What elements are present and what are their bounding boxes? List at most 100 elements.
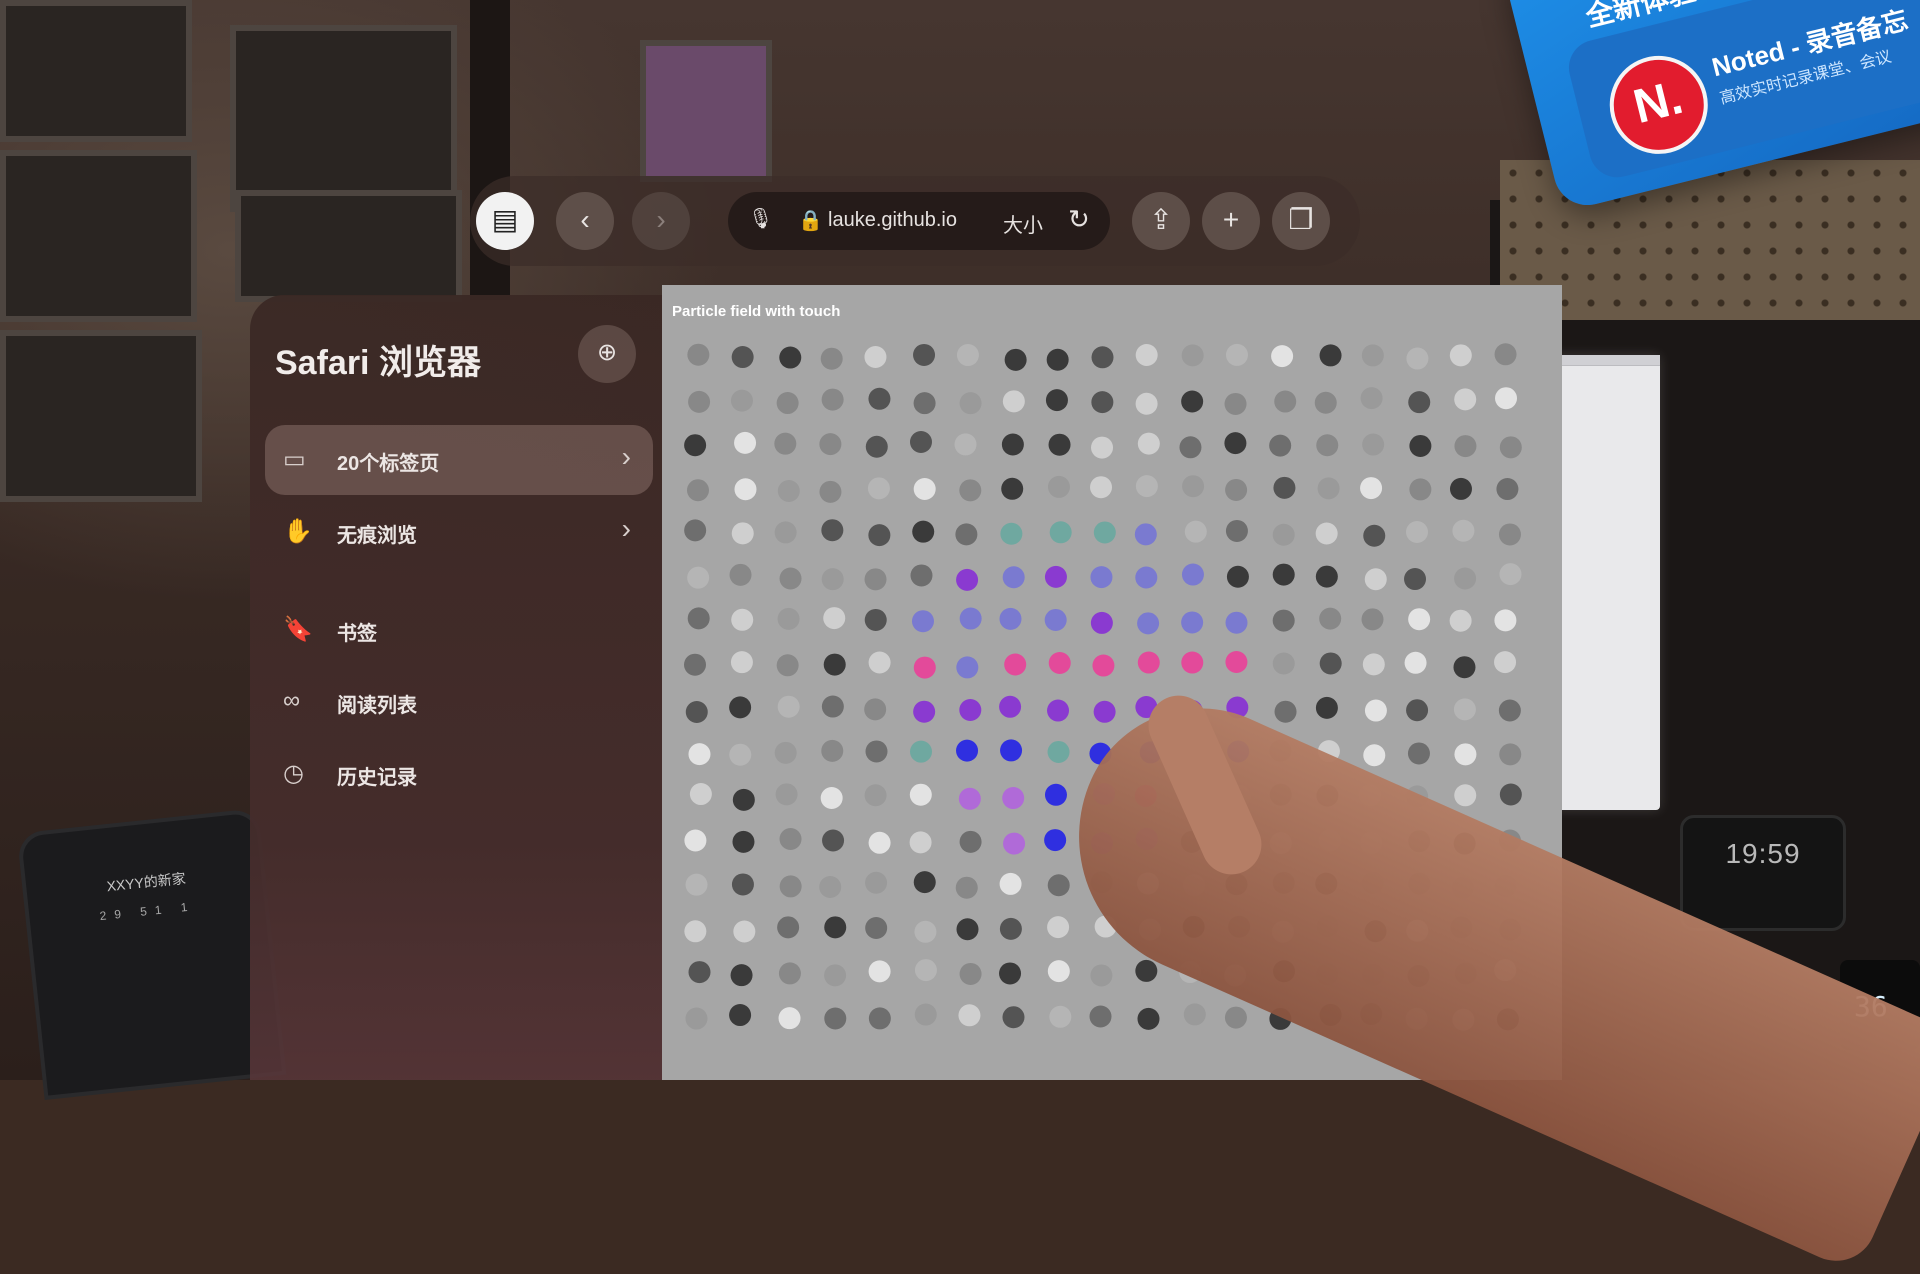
safari-toolbar: ▤ ‹ › 🎙 🔒 lauke.github.io 大小 ↻ ⇪ + ❐ [470, 176, 1360, 266]
text-size-button[interactable]: 大小 [1003, 209, 1043, 238]
particle-dot [913, 392, 936, 415]
particle-dot [1134, 523, 1157, 546]
particle-dot [779, 346, 802, 369]
share-icon[interactable]: ⇪ [1132, 192, 1190, 250]
particle-dot [1495, 387, 1518, 410]
bookmark-icon: 🔖 [283, 616, 313, 643]
particle-dot [779, 828, 802, 851]
particle-dot [1137, 612, 1160, 635]
sidebar-item-tabs[interactable]: ▭ 20个标签页 › [265, 425, 653, 495]
particle-dot [688, 743, 711, 766]
particle-dot [865, 916, 888, 939]
particle-dot [731, 346, 754, 369]
particle-dot [688, 961, 711, 984]
particle-dot [1181, 390, 1204, 413]
wall-picture [235, 190, 462, 302]
particle-dot [1047, 740, 1070, 763]
particle-dot [1317, 477, 1340, 500]
chevron-right-icon: › [621, 441, 631, 472]
particle-dot [864, 608, 887, 631]
particle-dot [1272, 652, 1295, 675]
sidebar-item-label: 20个标签页 [337, 453, 440, 475]
desk-clock: 19:59 [1680, 815, 1846, 931]
wall-picture [640, 40, 772, 182]
sidebar-item-bookmarks[interactable]: 🔖 书签 [265, 595, 653, 665]
particle-dot [684, 829, 707, 852]
particle-dot [729, 696, 752, 719]
particle-dot [910, 564, 933, 587]
page-caption: Particle field with touch [672, 303, 841, 320]
particle-dot [864, 784, 887, 807]
particle-dot [734, 431, 757, 454]
particle-dot [1499, 743, 1522, 766]
new-tab-group-icon[interactable]: ⊕ [578, 325, 636, 383]
particle-dot [1004, 653, 1027, 676]
particle-dot [1496, 478, 1519, 501]
particle-dot [1224, 432, 1247, 455]
particle-dot [820, 347, 843, 370]
particle-dot [1224, 392, 1247, 415]
sidebar-item-reading-list[interactable]: ∞ 阅读列表 [265, 667, 653, 737]
particle-dot [1090, 566, 1113, 589]
reload-icon[interactable]: ↻ [1068, 204, 1090, 235]
new-tab-icon[interactable]: + [1202, 192, 1260, 250]
sidebar-item-history[interactable]: ◷ 历史记录 [265, 739, 653, 809]
particle-dot [1314, 391, 1337, 414]
particle-dot [1225, 611, 1248, 634]
particle-dot [824, 964, 847, 987]
chevron-right-icon: › [621, 513, 631, 544]
particle-dot [689, 783, 712, 806]
url-text[interactable]: lauke.github.io [828, 209, 957, 232]
particle-dot [956, 739, 979, 762]
particle-dot [731, 873, 754, 896]
particle-dot [1408, 391, 1431, 414]
particle-dot [1183, 1003, 1206, 1026]
particle-dot [821, 388, 844, 411]
particle-dot [1048, 433, 1071, 456]
particle-dot [1453, 656, 1476, 679]
particle-dot [1182, 475, 1205, 498]
sidebar-item-private[interactable]: ✋ 无痕浏览 › [265, 497, 653, 567]
particle-dot [1000, 739, 1023, 762]
tabs-icon: ▭ [283, 446, 306, 473]
particle-dot [824, 1007, 847, 1030]
particle-dot [956, 918, 979, 941]
particle-dot [820, 786, 843, 809]
particle-dot [1092, 654, 1115, 677]
particle-dot [1137, 432, 1160, 455]
particle-dot [865, 871, 888, 894]
particle-dot [732, 830, 755, 853]
particle-dot [1000, 522, 1023, 545]
particle-dot [777, 479, 800, 502]
particle-dot [959, 698, 982, 721]
tabs-overview-icon[interactable]: ❐ [1272, 192, 1330, 250]
particle-dot [686, 479, 709, 502]
particle-dot [685, 1007, 708, 1030]
particle-dot [776, 654, 799, 677]
particle-dot [779, 875, 802, 898]
particle-dot [1137, 1007, 1160, 1030]
particle-dot [1449, 609, 1472, 632]
forward-icon[interactable]: › [632, 192, 690, 250]
particle-dot [731, 522, 754, 545]
particle-dot [1181, 651, 1204, 674]
particle-dot [777, 916, 800, 939]
particle-dot [868, 960, 891, 983]
particle-dot [777, 695, 800, 718]
particle-dot [909, 831, 932, 854]
microphone-icon[interactable]: 🎙 [748, 206, 773, 231]
sidebar-toggle-icon[interactable]: ▤ [476, 192, 534, 250]
particle-dot [684, 519, 707, 542]
back-icon[interactable]: ‹ [556, 192, 614, 250]
particle-dot [909, 431, 932, 454]
particle-dot [1316, 434, 1339, 457]
address-bar[interactable]: 🎙 🔒 lauke.github.io 大小 ↻ [728, 192, 1110, 250]
particle-dot [914, 959, 937, 982]
app-logo-icon: N. [1599, 45, 1719, 165]
particle-dot [956, 568, 979, 591]
particle-dot [1362, 433, 1385, 456]
particle-dot [821, 695, 844, 718]
particle-dot [1226, 565, 1249, 588]
particle-dot [959, 479, 982, 502]
particle-dot [1408, 608, 1431, 631]
